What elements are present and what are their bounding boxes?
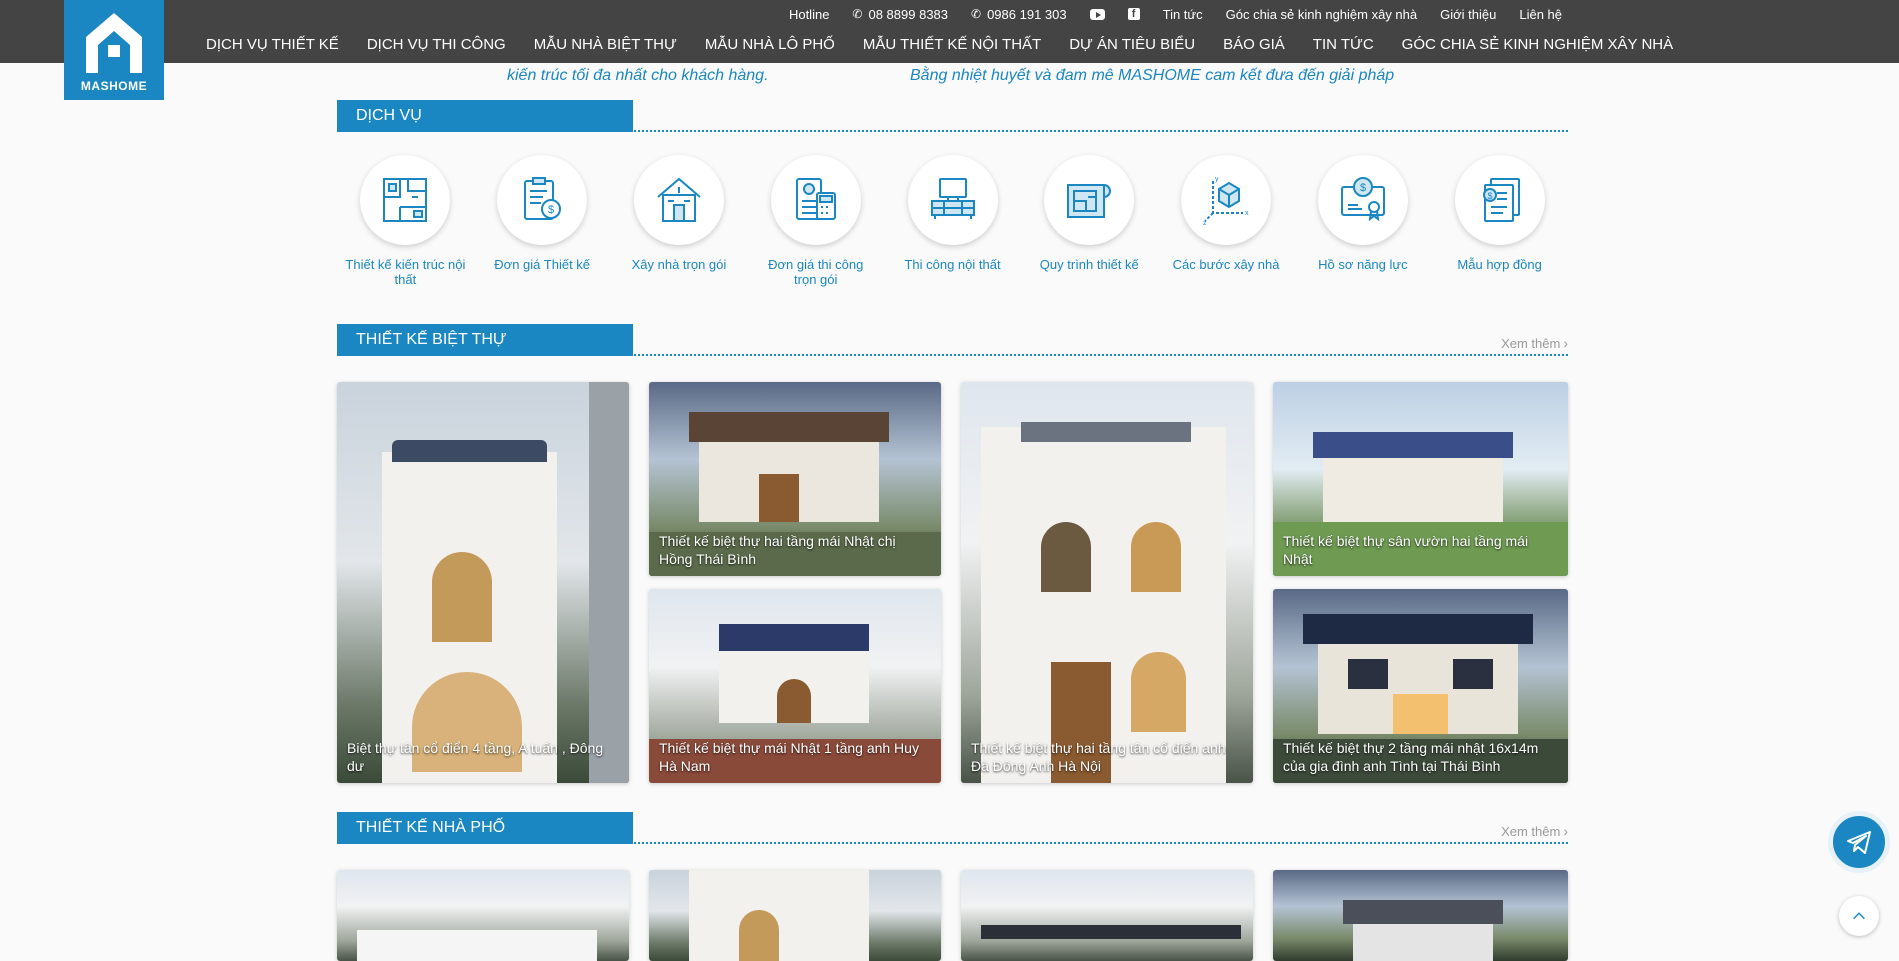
service-item[interactable]: Xây nhà trọn gói xyxy=(611,155,748,287)
see-more-link[interactable]: Xem thêm › xyxy=(1501,823,1568,839)
svg-text:$: $ xyxy=(1360,182,1366,194)
phone-icon: ✆ xyxy=(971,7,982,21)
chevron-right-icon: › xyxy=(1563,823,1568,839)
service-item[interactable]: yxz Các bước xây nhà xyxy=(1158,155,1295,287)
telegram-icon xyxy=(1847,831,1871,854)
service-item[interactable]: Thi công nội thất xyxy=(884,155,1021,287)
telegram-button[interactable] xyxy=(1828,811,1890,873)
townhouse-card[interactable] xyxy=(649,870,941,961)
svg-text:z: z xyxy=(1203,220,1207,227)
townhouse-card[interactable] xyxy=(1273,870,1568,961)
chevron-right-icon: › xyxy=(1563,335,1568,351)
card-caption: Thiết kế biệt thự 2 tầng mái nhật 16x14m… xyxy=(1283,740,1539,774)
nav-news[interactable]: TIN TỨC xyxy=(1313,36,1374,53)
phone-link-2[interactable]: ✆ 0986 191 303 xyxy=(971,7,1067,22)
card-caption: Thiết kế biệt thự sân vườn hai tầng mái … xyxy=(1283,533,1529,567)
blueprint-icon xyxy=(1067,184,1112,218)
youtube-icon xyxy=(1089,8,1105,20)
townhouse-section-header: THIẾT KẾ NHÀ PHỐ Xem thêm › xyxy=(337,812,1568,844)
calculator-price-icon xyxy=(795,178,836,220)
topbar-link-news[interactable]: Tin tức xyxy=(1163,7,1203,22)
svg-text:$: $ xyxy=(548,204,554,216)
hotline-label: Hotline xyxy=(788,6,830,22)
house-logo-icon xyxy=(86,13,142,73)
nav-design-service[interactable]: DỊCH VỤ THIẾT KẾ xyxy=(206,36,339,53)
topbar-link-contact[interactable]: Liên hệ xyxy=(1519,7,1562,22)
svg-text:$: $ xyxy=(1487,191,1492,201)
certificate-icon: $ xyxy=(1340,177,1385,222)
facebook-icon: f xyxy=(1127,8,1140,20)
villa-grid: Biệt thự tân cổ điển 4 tầng, A tuấn , Đô… xyxy=(337,382,1568,783)
card-caption: Thiết kế biệt thự mái Nhật 1 tầng anh Hu… xyxy=(659,740,919,774)
villa-card[interactable]: Thiết kế biệt thự 2 tầng mái nhật 16x14m… xyxy=(1273,589,1568,783)
contract-icon: $ xyxy=(1482,178,1520,222)
townhouse-card[interactable] xyxy=(337,870,629,961)
slogan-left: kiến trúc tối đa nhất cho khách hàng. xyxy=(507,67,769,84)
site-header: Hotline ✆ 08 8899 8383 ✆ 0986 191 303 f Ti… xyxy=(0,0,1899,63)
villa-card[interactable]: Thiết kế biệt thự sân vườn hai tầng mái … xyxy=(1273,382,1568,576)
nav-projects[interactable]: DỰ ÁN TIÊU BIỂU xyxy=(1069,36,1195,53)
section-title: THIẾT KẾ BIỆT THỰ xyxy=(337,324,633,356)
phone-link-1[interactable]: ✆ 08 8899 8383 xyxy=(852,7,948,22)
service-item[interactable]: $ Hồ sơ năng lực xyxy=(1294,155,1431,287)
townhouse-card[interactable] xyxy=(961,870,1253,961)
service-item[interactable]: Đơn giá thi công trọn gói xyxy=(747,155,884,287)
service-item[interactable]: $ Mẫu hợp đồng xyxy=(1431,155,1568,287)
top-bar: Hotline ✆ 08 8899 8383 ✆ 0986 191 303 f Ti… xyxy=(766,6,1562,22)
villa-card[interactable]: Thiết kế biệt thự hai tầng mái Nhật chị … xyxy=(649,382,941,576)
villa-section-header: THIẾT KẾ BIỆT THỰ Xem thêm › xyxy=(337,324,1568,356)
nav-quote[interactable]: BÁO GIÁ xyxy=(1223,36,1285,53)
service-item[interactable]: Quy trình thiết kế xyxy=(1021,155,1158,287)
logo-text: MASHOME xyxy=(80,79,148,93)
youtube-link[interactable] xyxy=(1089,8,1105,20)
villa-card[interactable]: Biệt thự tân cổ điển 4 tầng, A tuấn , Đô… xyxy=(337,382,629,783)
main-nav: DỊCH VỤ THIẾT KẾ DỊCH VỤ THI CÔNG MẪU NH… xyxy=(206,36,1701,53)
slogan-right: Bằng nhiệt huyết và đam mê MASHOME cam k… xyxy=(910,67,1395,84)
service-item[interactable]: Thiết kế kiến trúc nội thất xyxy=(337,155,474,287)
section-title: THIẾT KẾ NHÀ PHỐ xyxy=(337,812,633,844)
site-logo[interactable]: MASHOME xyxy=(64,0,164,100)
card-caption: Biệt thự tân cổ điển 4 tầng, A tuấn , Đô… xyxy=(347,740,604,774)
axis-box-icon: y x z xyxy=(1203,176,1249,227)
phone-icon: ✆ xyxy=(852,7,863,21)
nav-sharing[interactable]: GÓC CHIA SẺ KINH NGHIỆM XÂY NHÀ xyxy=(1402,36,1673,53)
topbar-link-about[interactable]: Giới thiệu xyxy=(1440,7,1496,22)
svg-text:y: y xyxy=(1215,176,1219,183)
furniture-icon xyxy=(930,178,975,219)
facebook-link[interactable]: f xyxy=(1127,8,1140,20)
card-caption: Thiết kế biệt thự hai tầng tân cổ điển a… xyxy=(971,740,1226,774)
chevron-up-icon xyxy=(1853,912,1865,920)
service-item[interactable]: $ Đơn giá Thiết kế xyxy=(474,155,611,287)
services-section-header: DỊCH VỤ xyxy=(337,100,1568,132)
villa-card[interactable]: Thiết kế biệt thự mái Nhật 1 tầng anh Hu… xyxy=(649,589,941,783)
services-list: Thiết kế kiến trúc nội thất $ Đơn giá Th… xyxy=(337,155,1568,287)
villa-card[interactable]: Thiết kế biệt thự hai tầng tân cổ điển a… xyxy=(961,382,1253,783)
townhouse-grid xyxy=(337,870,1568,961)
back-to-top-button[interactable] xyxy=(1839,896,1879,936)
svg-text:x: x xyxy=(1245,210,1249,217)
topbar-link-sharing[interactable]: Góc chia sẻ kinh nghiệm xây nhà xyxy=(1226,7,1418,22)
nav-villa-models[interactable]: MẪU NHÀ BIỆT THỰ xyxy=(534,36,677,53)
nav-construction-service[interactable]: DỊCH VỤ THI CÔNG xyxy=(367,36,506,53)
see-more-link[interactable]: Xem thêm › xyxy=(1501,335,1568,351)
nav-townhouse-models[interactable]: MẪU NHÀ LÔ PHỐ xyxy=(705,36,835,53)
card-caption: Thiết kế biệt thự hai tầng mái Nhật chị … xyxy=(659,533,896,567)
clipboard-price-icon: $ xyxy=(524,177,562,220)
house-build-icon xyxy=(657,177,701,222)
nav-interior-models[interactable]: MẪU THIẾT KẾ NỘI THẤT xyxy=(863,36,1041,53)
floorplan-icon xyxy=(383,178,428,222)
section-title: DỊCH VỤ xyxy=(337,100,633,132)
